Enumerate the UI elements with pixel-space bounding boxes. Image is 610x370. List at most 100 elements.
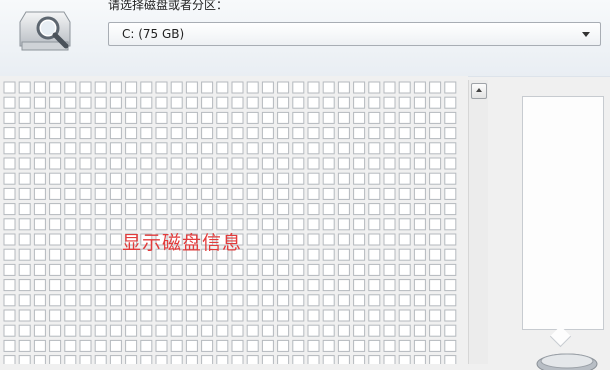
cluster-cell — [3, 187, 16, 200]
cluster-cell — [307, 157, 320, 170]
legend-pane — [522, 96, 604, 330]
cluster-cell — [337, 203, 350, 216]
cluster-cell — [337, 172, 350, 185]
cluster-cell — [216, 279, 229, 292]
cluster-cell — [18, 218, 31, 231]
cluster-cell — [109, 248, 122, 261]
cluster-cell — [49, 111, 62, 124]
cluster-cell — [246, 172, 259, 185]
cluster-cell — [246, 187, 259, 200]
cluster-cell — [307, 339, 320, 352]
cluster-cell — [3, 172, 16, 185]
cluster-cell — [170, 81, 183, 94]
cluster-cell — [216, 172, 229, 185]
cluster-cell — [125, 157, 138, 170]
cluster-cell — [444, 142, 457, 155]
cluster-cell — [277, 81, 290, 94]
cluster-cell — [398, 263, 411, 276]
cluster-cell — [79, 339, 92, 352]
cluster-cell — [337, 111, 350, 124]
vertical-scrollbar[interactable] — [468, 80, 488, 364]
cluster-cell — [277, 294, 290, 307]
cluster-cell — [109, 127, 122, 140]
cluster-cell — [413, 279, 426, 292]
cluster-cell — [383, 111, 396, 124]
cluster-cell — [216, 309, 229, 322]
cluster-cell — [292, 142, 305, 155]
cluster-cell — [307, 248, 320, 261]
cluster-cell — [398, 81, 411, 94]
cluster-cell — [246, 309, 259, 322]
cluster-cell — [246, 263, 259, 276]
cluster-cell — [64, 324, 77, 337]
cluster-cell — [140, 111, 153, 124]
chevron-down-icon[interactable] — [582, 32, 590, 37]
prompt-label: 请选择磁盘或者分区： — [108, 0, 229, 12]
cluster-cell — [64, 187, 77, 200]
cluster-cell — [429, 96, 442, 109]
cluster-cell — [277, 339, 290, 352]
cluster-cell — [125, 187, 138, 200]
cluster-cell — [79, 127, 92, 140]
cluster-cell — [231, 355, 244, 364]
cluster-cell — [94, 324, 107, 337]
cluster-cell — [201, 309, 214, 322]
cluster-cell — [277, 187, 290, 200]
cluster-cell — [201, 142, 214, 155]
cluster-cell — [155, 355, 168, 364]
cluster-cell — [261, 279, 274, 292]
cluster-cell — [201, 263, 214, 276]
cluster-cell — [246, 203, 259, 216]
cluster-cell — [3, 263, 16, 276]
cluster-cell — [413, 142, 426, 155]
cluster-cell — [307, 309, 320, 322]
cluster-cell — [3, 157, 16, 170]
cluster-cell — [125, 355, 138, 364]
cluster-cell — [201, 157, 214, 170]
cluster-cell — [398, 142, 411, 155]
cluster-cell — [33, 81, 46, 94]
cluster-cell — [398, 248, 411, 261]
cluster-cell — [185, 339, 198, 352]
cluster-cell — [231, 81, 244, 94]
cluster-cell — [140, 96, 153, 109]
cluster-cell — [429, 111, 442, 124]
cluster-cell — [231, 172, 244, 185]
cluster-cell — [429, 203, 442, 216]
cluster-cell — [79, 248, 92, 261]
cluster-cell — [383, 81, 396, 94]
cluster-cell — [49, 279, 62, 292]
cluster-cell — [3, 218, 16, 231]
cluster-cell — [413, 233, 426, 246]
cluster-cell — [3, 233, 16, 246]
cluster-cell — [33, 248, 46, 261]
cluster-cell — [109, 111, 122, 124]
drive-select[interactable]: C: (75 GB) — [108, 22, 601, 46]
cluster-cell — [170, 172, 183, 185]
cluster-cell — [170, 96, 183, 109]
cluster-cell — [398, 294, 411, 307]
cluster-cell — [3, 96, 16, 109]
cluster-cell — [398, 187, 411, 200]
cluster-cell — [307, 203, 320, 216]
cluster-cell — [109, 263, 122, 276]
cluster-cell — [383, 203, 396, 216]
cluster-cell — [49, 172, 62, 185]
cluster-cell — [292, 203, 305, 216]
cluster-cell — [353, 355, 366, 364]
cluster-cell — [49, 324, 62, 337]
cluster-cell — [155, 157, 168, 170]
cluster-cell — [292, 172, 305, 185]
scroll-up-button[interactable] — [471, 83, 487, 99]
cluster-cell — [3, 294, 16, 307]
cluster-cell — [246, 96, 259, 109]
cluster-cell — [64, 142, 77, 155]
cluster-cell — [201, 96, 214, 109]
cluster-cell — [277, 355, 290, 364]
cluster-cell — [292, 187, 305, 200]
cluster-cell — [109, 81, 122, 94]
cluster-cell — [429, 309, 442, 322]
cluster-cell — [109, 339, 122, 352]
cluster-cell — [33, 142, 46, 155]
cluster-cell — [79, 218, 92, 231]
